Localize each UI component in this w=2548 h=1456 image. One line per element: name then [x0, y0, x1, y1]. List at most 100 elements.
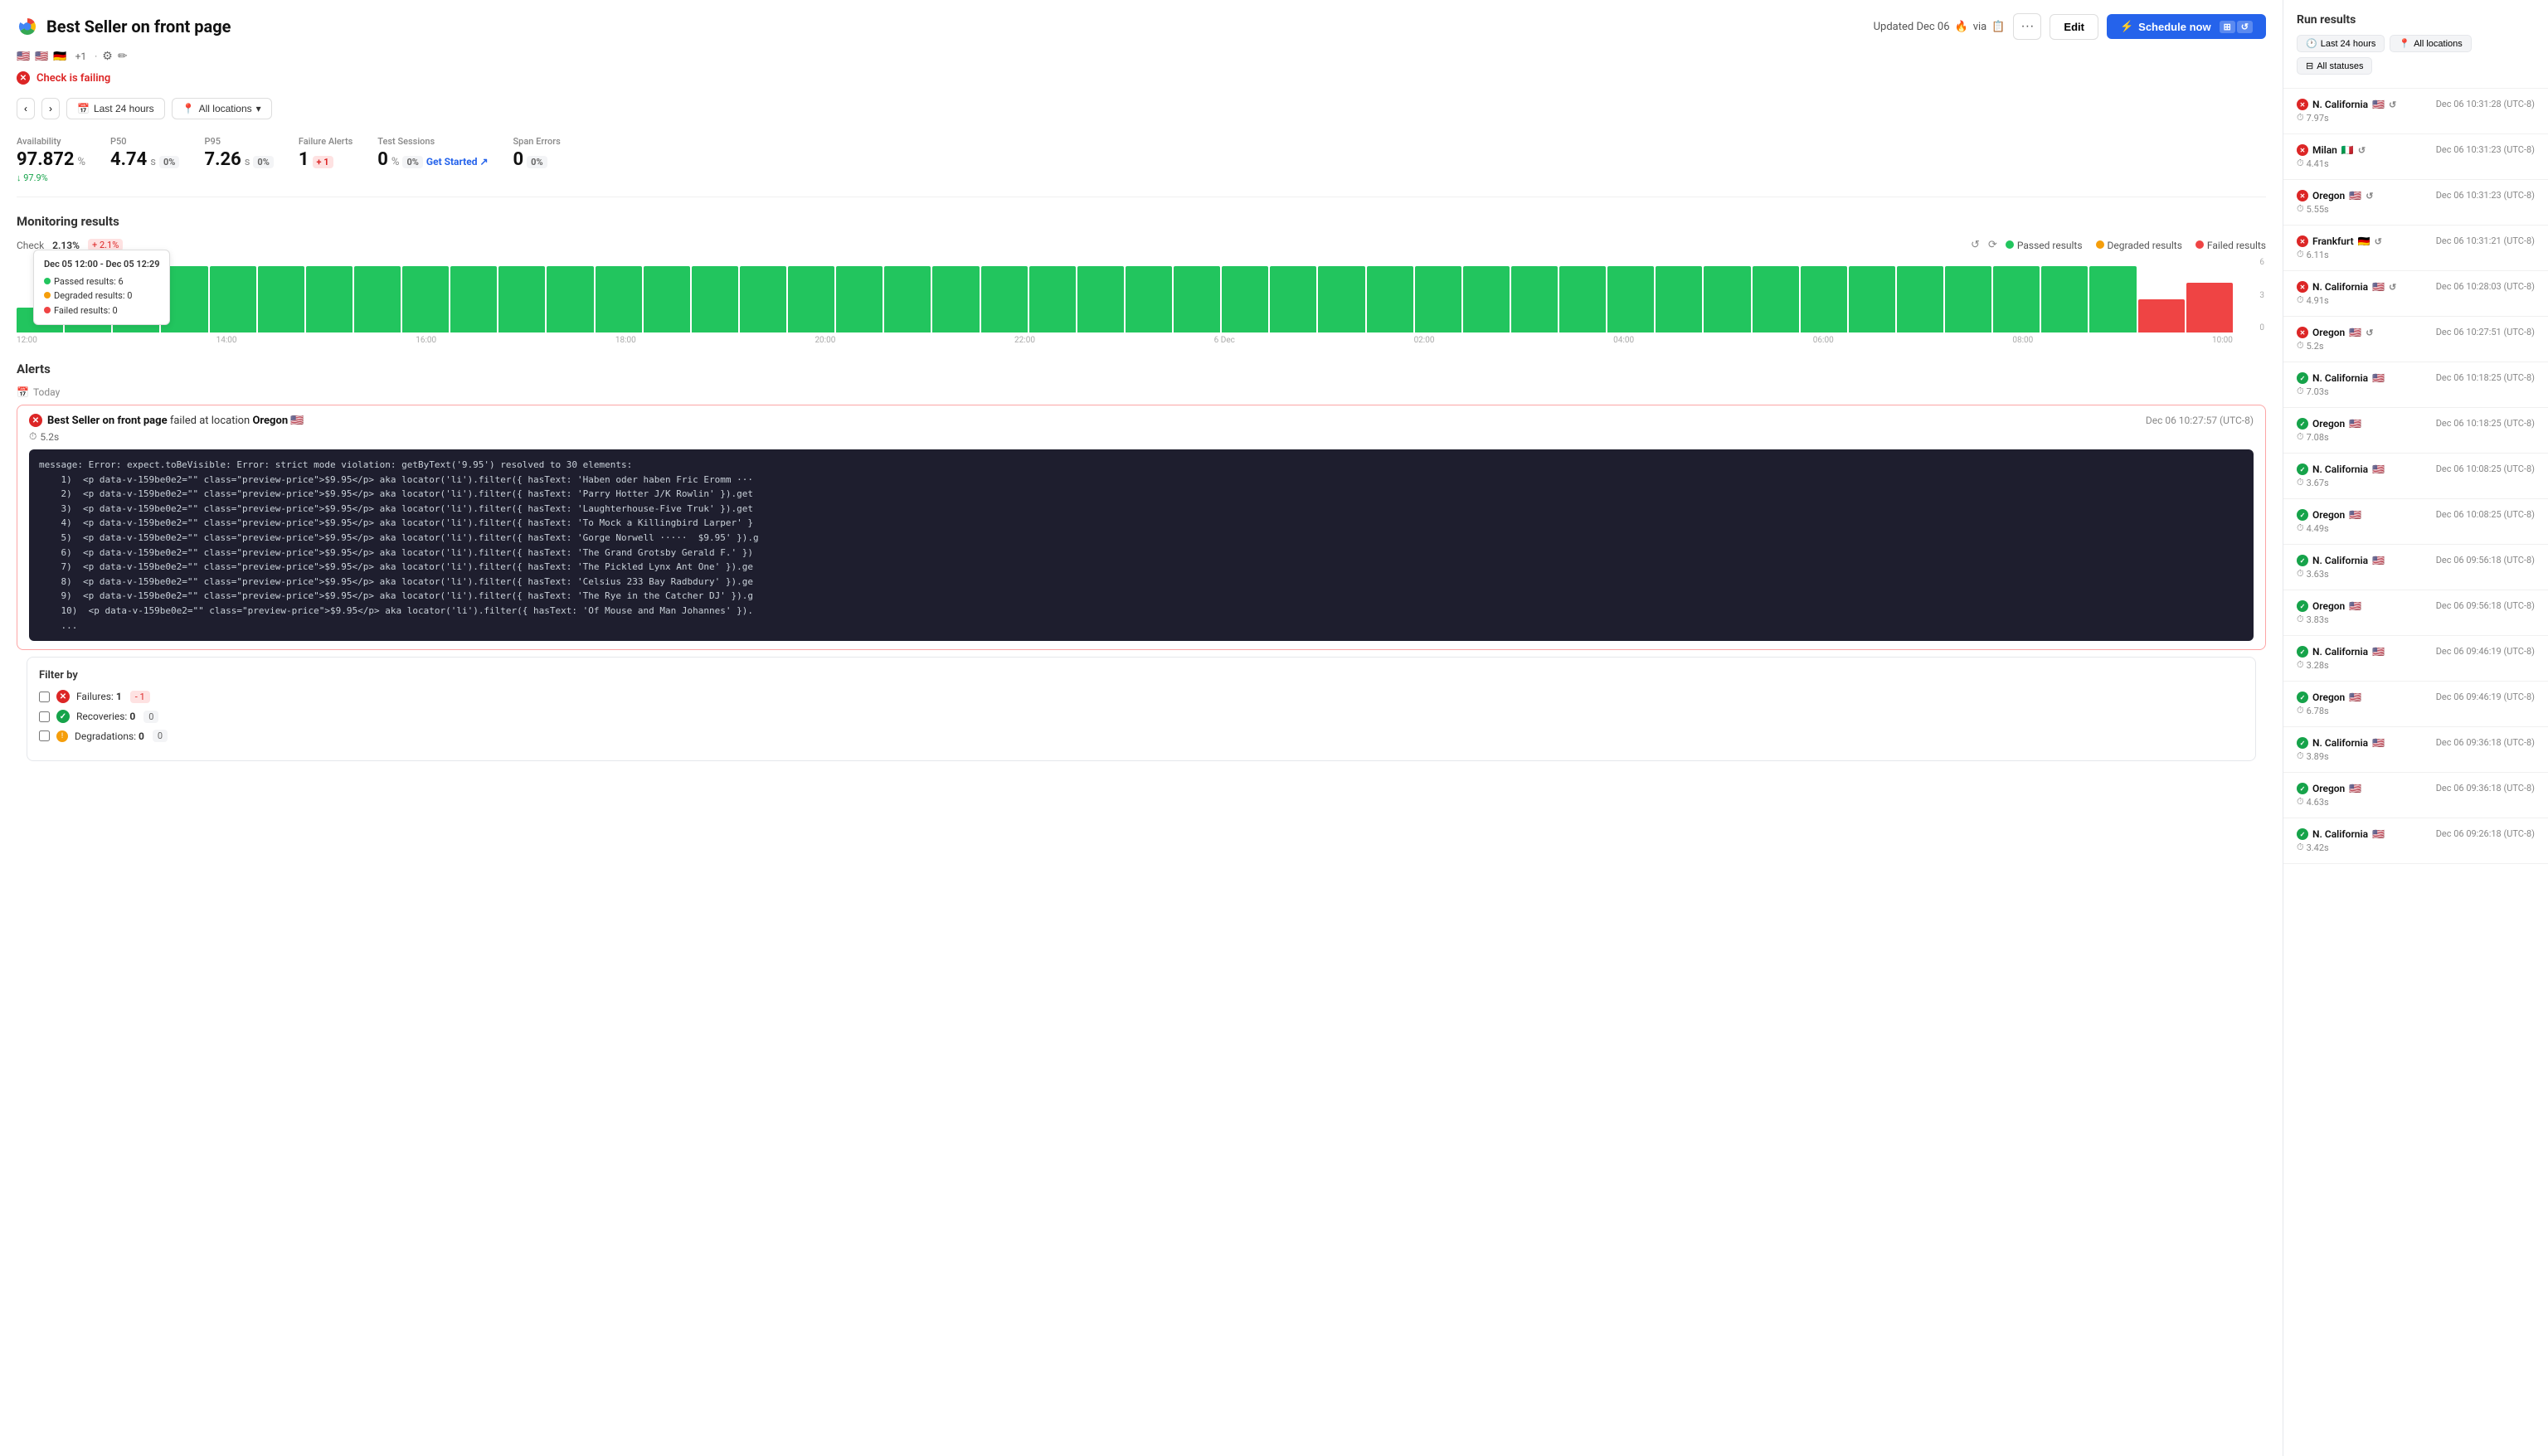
chart-bar[interactable]	[1415, 266, 1461, 332]
run-result-item[interactable]: ✓ N. California 🇺🇸 ⏱ 3.28s Dec 06 09:46:…	[2283, 641, 2548, 676]
locations-filter-btn[interactable]: 📍 All locations	[2390, 35, 2471, 52]
statuses-filter-btn[interactable]: ⊟ All statuses	[2297, 57, 2372, 75]
refresh-icon-2[interactable]: ⟳	[1988, 239, 1997, 251]
settings-icon[interactable]: ⚙	[102, 50, 113, 63]
chart-bar[interactable]	[1174, 266, 1220, 332]
alert-location-flag: 🇺🇸	[290, 415, 304, 427]
chart-bar[interactable]	[2041, 266, 2088, 332]
chart-bar[interactable]	[981, 266, 1028, 332]
run-result-item[interactable]: ✓ Oregon 🇺🇸 ⏱ 4.49s Dec 06 10:08:25 (UTC…	[2283, 504, 2548, 539]
run-result-item[interactable]: ✓ Oregon 🇺🇸 ⏱ 3.83s Dec 06 09:56:18 (UTC…	[2283, 595, 2548, 630]
chart-bar[interactable]	[402, 266, 449, 332]
run-item-divider	[2283, 316, 2548, 317]
chart-bar[interactable]	[1753, 266, 1799, 332]
chart-bar[interactable]	[1945, 266, 1991, 332]
filter-failures-label: Failures: 1	[76, 691, 122, 702]
run-result-item[interactable]: ✓ N. California 🇺🇸 ⏱ 7.03s Dec 06 10:18:…	[2283, 367, 2548, 402]
chart-bar[interactable]	[836, 266, 883, 332]
chart-bar[interactable]	[1704, 266, 1750, 332]
chart-bar[interactable]	[1849, 266, 1895, 332]
run-result-item[interactable]: ✓ N. California 🇺🇸 ⏱ 3.42s Dec 06 09:26:…	[2283, 823, 2548, 858]
chart-bar[interactable]	[354, 266, 401, 332]
chart-bar[interactable]	[1077, 266, 1124, 332]
chart-bar[interactable]	[258, 266, 304, 332]
get-started-link[interactable]: Get Started ↗	[426, 156, 489, 167]
alert-duration: ⏱ 5.2s	[29, 430, 2254, 443]
run-result-item[interactable]: ✕ N. California 🇺🇸 ↺ ⏱ 4.91s Dec 06 10:2…	[2283, 276, 2548, 311]
chart-bar[interactable]	[2186, 283, 2233, 332]
run-item-location: ✓ Oregon 🇺🇸	[2297, 692, 2361, 703]
run-item-divider	[2283, 681, 2548, 682]
chart-bar[interactable]	[1367, 266, 1413, 332]
run-result-item[interactable]: ✕ Oregon 🇺🇸 ↺ ⏱ 5.2s Dec 06 10:27:51 (UT…	[2283, 322, 2548, 357]
tooltip-date: Dec 05 12:00 - Dec 05 12:29	[44, 257, 159, 272]
run-item-time: Dec 06 09:46:19 (UTC-8)	[2436, 692, 2535, 702]
chart-bar[interactable]	[1801, 266, 1847, 332]
refresh-icon-1[interactable]: ↺	[1971, 239, 1980, 251]
chart-bar[interactable]	[1029, 266, 1076, 332]
chart-bars	[17, 258, 2241, 332]
chart-bar[interactable]	[1463, 266, 1510, 332]
run-flag: 🇺🇸	[2372, 463, 2385, 475]
filter-failures-checkbox[interactable]	[39, 692, 50, 702]
chart-bar[interactable]	[1656, 266, 1702, 332]
chart-bar[interactable]	[1993, 266, 2040, 332]
clock-icon-run: ⏱	[2297, 203, 2304, 215]
run-item-time: Dec 06 10:31:23 (UTC-8)	[2436, 144, 2535, 155]
run-result-item[interactable]: ✕ N. California 🇺🇸 ↺ ⏱ 7.97s Dec 06 10:3…	[2283, 94, 2548, 129]
run-result-item[interactable]: ✓ Oregon 🇺🇸 ⏱ 7.08s Dec 06 10:18:25 (UTC…	[2283, 413, 2548, 448]
chart-bar[interactable]	[1511, 266, 1558, 332]
run-result-item[interactable]: ✓ Oregon 🇺🇸 ⏱ 6.78s Dec 06 09:46:19 (UTC…	[2283, 687, 2548, 721]
edit-button[interactable]: Edit	[2050, 14, 2098, 40]
chart-bar[interactable]	[1897, 266, 1943, 332]
run-result-item[interactable]: ✓ Oregon 🇺🇸 ⏱ 4.63s Dec 06 09:36:18 (UTC…	[2283, 778, 2548, 813]
chart-bar[interactable]	[692, 266, 738, 332]
alert-item[interactable]: ✕ Best Seller on front page failed at lo…	[17, 405, 2266, 650]
run-result-item[interactable]: ✓ N. California 🇺🇸 ⏱ 3.67s Dec 06 10:08:…	[2283, 459, 2548, 493]
more-button[interactable]: ···	[2013, 13, 2041, 40]
status-bar: ✕ Check is failing	[17, 71, 2266, 85]
chart-bar[interactable]	[210, 266, 256, 332]
chart-bar[interactable]	[1318, 266, 1364, 332]
run-item-divider	[2283, 635, 2548, 636]
schedule-now-button[interactable]: ⚡ Schedule now ⊞ ↺	[2107, 14, 2266, 39]
chart-bar[interactable]	[1607, 266, 1654, 332]
chart-bar[interactable]	[2089, 266, 2136, 332]
chart-bar[interactable]	[932, 266, 979, 332]
chart-bar[interactable]	[596, 266, 642, 332]
run-item-divider	[2283, 863, 2548, 864]
time-range-filter[interactable]: 📅 Last 24 hours	[66, 98, 165, 119]
chart-bar[interactable]	[547, 266, 593, 332]
chart-bar[interactable]	[884, 266, 931, 332]
location-filter[interactable]: 📍 All locations ▾	[172, 98, 272, 119]
run-item-info: ✕ Milan 🇮🇹 ↺ ⏱ 4.41s	[2297, 144, 2366, 169]
filter-recoveries-checkbox[interactable]	[39, 711, 50, 722]
run-item-info: ✕ Frankfurt 🇩🇪 ↺ ⏱ 6.11s	[2297, 235, 2382, 260]
chart-bar[interactable]	[450, 266, 497, 332]
clock-icon-run: ⏱	[2297, 477, 2304, 488]
run-result-item[interactable]: ✕ Frankfurt 🇩🇪 ↺ ⏱ 6.11s Dec 06 10:31:21…	[2283, 231, 2548, 265]
clock-icon-run: ⏱	[2297, 340, 2304, 352]
chart-bar[interactable]	[1222, 266, 1268, 332]
chart-bar[interactable]	[2138, 299, 2185, 332]
edit-icon[interactable]: ✏	[118, 50, 128, 63]
chart-bar[interactable]	[1270, 266, 1316, 332]
chart-bar[interactable]	[644, 266, 690, 332]
chart-bar[interactable]	[498, 266, 545, 332]
chart-bar[interactable]	[1559, 266, 1606, 332]
chart-bar[interactable]	[1126, 266, 1172, 332]
run-result-item[interactable]: ✕ Oregon 🇺🇸 ↺ ⏱ 5.55s Dec 06 10:31:23 (U…	[2283, 185, 2548, 220]
next-button[interactable]: ›	[41, 98, 60, 119]
time-filter-btn[interactable]: 🕐 Last 24 hours	[2297, 35, 2385, 52]
chart-bar[interactable]	[306, 266, 353, 332]
chart-bar[interactable]	[788, 266, 834, 332]
run-result-item[interactable]: ✓ N. California 🇺🇸 ⏱ 3.89s Dec 06 09:36:…	[2283, 732, 2548, 767]
run-item-time: Dec 06 10:28:03 (UTC-8)	[2436, 281, 2535, 292]
prev-button[interactable]: ‹	[17, 98, 35, 119]
run-item-time: Dec 06 10:31:28 (UTC-8)	[2436, 99, 2535, 109]
run-result-item[interactable]: ✓ N. California 🇺🇸 ⏱ 3.63s Dec 06 09:56:…	[2283, 550, 2548, 585]
filter-degradations-checkbox[interactable]	[39, 730, 50, 741]
spinning-icon: ↺	[2389, 99, 2396, 110]
chart-bar[interactable]	[740, 266, 786, 332]
run-result-item[interactable]: ✕ Milan 🇮🇹 ↺ ⏱ 4.41s Dec 06 10:31:23 (UT…	[2283, 139, 2548, 174]
